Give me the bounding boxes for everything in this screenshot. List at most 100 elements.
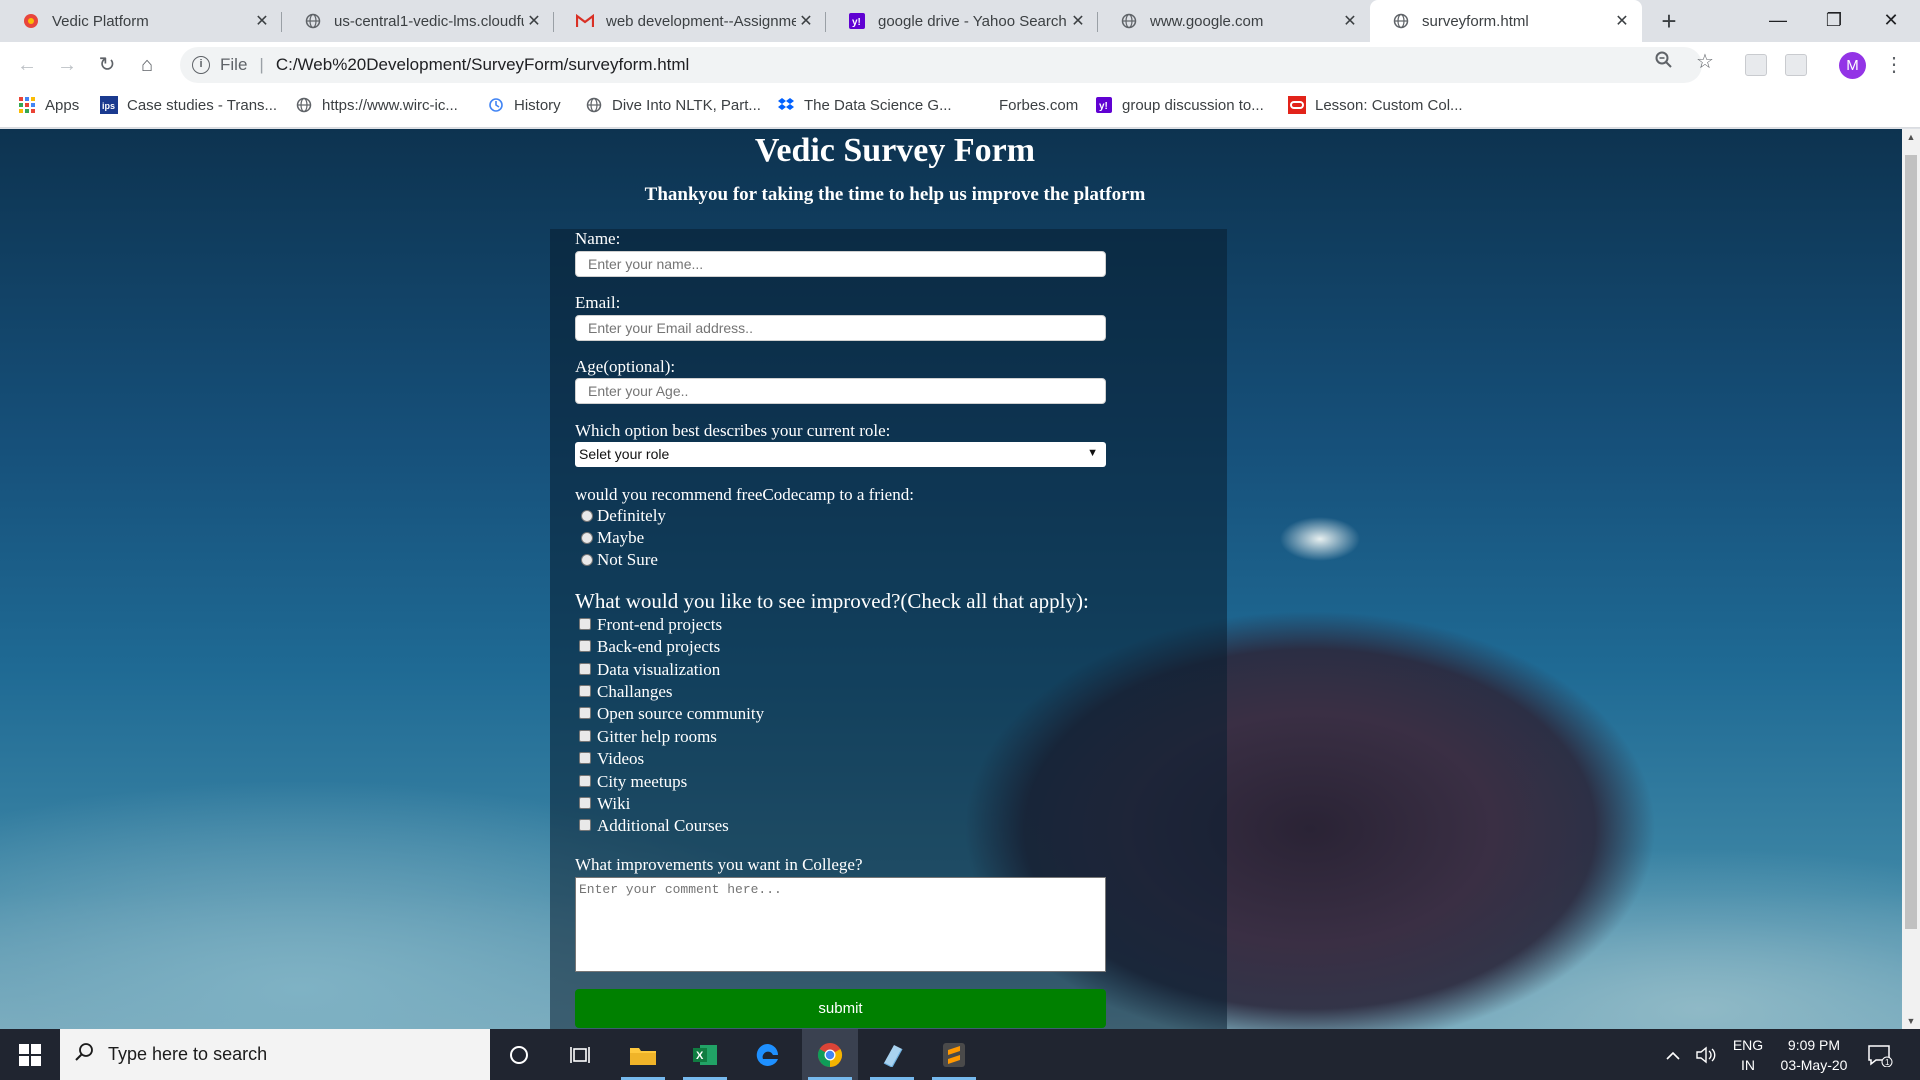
- notification-center-icon[interactable]: 1: [1867, 1029, 1893, 1080]
- checkbox-front-end[interactable]: [579, 618, 591, 630]
- bookmark-case-studies[interactable]: ips Case studies - Trans...: [100, 88, 277, 122]
- tab-vedic-lms[interactable]: us-central1-vedic-lms.cloudfu ✕: [282, 0, 554, 42]
- bookmark-wirc[interactable]: https://www.wirc-ic...: [295, 88, 458, 122]
- bookmark-apps[interactable]: Apps: [18, 88, 79, 122]
- checkbox-additional-courses[interactable]: [579, 819, 591, 831]
- back-button[interactable]: ←: [12, 50, 42, 80]
- svg-text:y!: y!: [1099, 101, 1108, 112]
- profile-avatar[interactable]: M: [1839, 52, 1866, 79]
- checkbox-wiki[interactable]: [579, 797, 591, 809]
- bookmark-data-science[interactable]: The Data Science G...: [777, 88, 952, 122]
- new-tab-button[interactable]: +: [1654, 6, 1684, 36]
- info-icon[interactable]: i: [192, 56, 210, 74]
- bookmark-star-icon[interactable]: ☆: [1696, 49, 1714, 74]
- submit-button[interactable]: submit: [575, 989, 1106, 1028]
- role-select[interactable]: Selet your role ▼: [575, 442, 1106, 467]
- page-viewport: Vedic Survey Form Thankyou for taking th…: [0, 129, 1902, 1029]
- tab-title: google drive - Yahoo Search: [878, 12, 1067, 30]
- email-label: Email:: [575, 293, 621, 312]
- radio-maybe[interactable]: [581, 532, 593, 544]
- radio-label: Not Sure: [597, 550, 658, 569]
- extension-icon[interactable]: [1745, 54, 1767, 76]
- name-input[interactable]: Enter your name...: [575, 251, 1106, 277]
- ips-icon: ips: [100, 96, 118, 114]
- bookmark-lesson-custom[interactable]: Lesson: Custom Col...: [1288, 88, 1463, 122]
- checkbox-videos[interactable]: [579, 752, 591, 764]
- language-indicator[interactable]: ENG IN: [1730, 1035, 1766, 1075]
- globe-icon: [585, 96, 603, 114]
- pdf-extension-icon[interactable]: [1785, 54, 1807, 76]
- checkbox-back-end[interactable]: [579, 640, 591, 652]
- checkbox-label: Gitter help rooms: [597, 727, 717, 746]
- bookmark-forbes[interactable]: Forbes.com: [972, 88, 1078, 122]
- windows-taskbar: Type here to search X ENG IN 9:09 PM 03-…: [0, 1029, 1920, 1080]
- tab-surveyform[interactable]: surveyform.html ✕: [1370, 0, 1642, 42]
- history-icon: [487, 96, 505, 114]
- chrome-icon[interactable]: [802, 1029, 858, 1080]
- tab-vedic-platform[interactable]: Vedic Platform ✕: [0, 0, 282, 42]
- scroll-down-arrow-icon[interactable]: ▼: [1902, 1013, 1920, 1029]
- radio-definitely[interactable]: [581, 510, 593, 522]
- taskbar-search[interactable]: Type here to search: [60, 1029, 490, 1080]
- bookmark-nltk[interactable]: Dive Into NLTK, Part...: [585, 88, 761, 122]
- volume-icon[interactable]: [1695, 1029, 1717, 1080]
- file-explorer-icon[interactable]: [615, 1029, 671, 1080]
- clock-date: 03-May-20: [1780, 1057, 1848, 1073]
- globe-icon: [295, 96, 313, 114]
- checkbox-label: Challanges: [597, 682, 673, 701]
- address-bar[interactable]: i File | C:/Web%20Development/SurveyForm…: [180, 47, 1702, 83]
- home-button[interactable]: ⌂: [132, 50, 162, 80]
- show-hidden-icons[interactable]: [1665, 1029, 1681, 1080]
- checkbox-challanges[interactable]: [579, 685, 591, 697]
- sublime-text-icon[interactable]: [926, 1029, 982, 1080]
- restore-button[interactable]: ❐: [1805, 0, 1863, 42]
- checkbox-city-meetups[interactable]: [579, 775, 591, 787]
- cortana-icon[interactable]: [491, 1029, 547, 1080]
- close-window-button[interactable]: ✕: [1862, 0, 1920, 42]
- reload-button[interactable]: ↻: [92, 50, 122, 80]
- checkbox-data-visualization[interactable]: [579, 663, 591, 675]
- forward-button[interactable]: →: [52, 50, 82, 80]
- bookmark-history[interactable]: History: [487, 88, 561, 122]
- scrollbar-thumb[interactable]: [1905, 155, 1917, 929]
- start-button[interactable]: [0, 1029, 60, 1080]
- scheme-label: File: [220, 55, 248, 74]
- clock[interactable]: 9:09 PM 03-May-20: [1766, 1035, 1862, 1075]
- close-tab-icon[interactable]: ✕: [524, 11, 544, 31]
- checkbox-open-source[interactable]: [579, 707, 591, 719]
- task-view-icon[interactable]: [552, 1029, 608, 1080]
- tab-gmail[interactable]: web development--Assignme ✕: [554, 0, 826, 42]
- tab-title: Vedic Platform: [52, 12, 149, 30]
- age-input[interactable]: Enter your Age..: [575, 378, 1106, 404]
- zoom-icon[interactable]: [1655, 51, 1673, 74]
- minimize-button[interactable]: —: [1749, 0, 1807, 42]
- checkbox-label: Back-end projects: [597, 637, 721, 656]
- email-input[interactable]: Enter your Email address..: [575, 315, 1106, 341]
- comment-textarea[interactable]: Enter your comment here...: [575, 877, 1106, 972]
- clock-time: 9:09 PM: [1787, 1037, 1841, 1053]
- page-scrollbar[interactable]: ▲ ▼: [1902, 129, 1920, 1029]
- menu-kebab-icon[interactable]: ⋮: [1884, 50, 1904, 80]
- excel-icon[interactable]: X: [677, 1029, 733, 1080]
- checkbox-gitter[interactable]: [579, 730, 591, 742]
- yahoo-icon: y!: [1095, 96, 1113, 114]
- scroll-up-arrow-icon[interactable]: ▲: [1902, 129, 1920, 145]
- close-tab-icon[interactable]: ✕: [1612, 11, 1632, 31]
- tab-google[interactable]: www.google.com ✕: [1098, 0, 1370, 42]
- close-tab-icon[interactable]: ✕: [796, 11, 816, 31]
- svg-text:y!: y!: [852, 17, 861, 28]
- close-tab-icon[interactable]: ✕: [252, 11, 272, 31]
- tab-title: web development--Assignme: [606, 12, 796, 30]
- close-tab-icon[interactable]: ✕: [1068, 11, 1088, 31]
- edge-icon[interactable]: [740, 1029, 796, 1080]
- tab-yahoo-search[interactable]: y! google drive - Yahoo Search ✕: [826, 0, 1098, 42]
- name-label: Name:: [575, 229, 621, 248]
- close-tab-icon[interactable]: ✕: [1340, 11, 1360, 31]
- bookmark-group-discussion[interactable]: y! group discussion to...: [1095, 88, 1264, 122]
- blank-icon: [972, 96, 990, 114]
- svg-text:X: X: [696, 1050, 704, 1062]
- notepad-icon[interactable]: [864, 1029, 920, 1080]
- page-subtitle: Thankyou for taking the time to help us …: [644, 184, 1146, 205]
- role-label: Which option best describes your current…: [575, 421, 891, 440]
- radio-not-sure[interactable]: [581, 554, 593, 566]
